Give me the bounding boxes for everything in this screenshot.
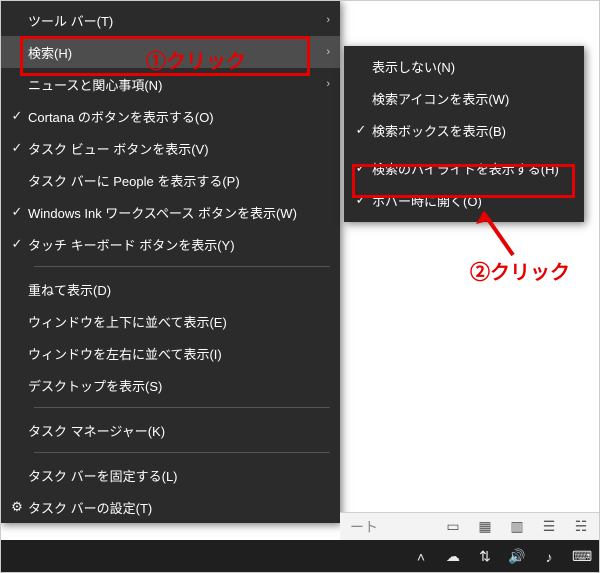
view-web-icon[interactable]: ▥ [508,518,526,535]
check-icon: ✓ [350,122,372,138]
menu-item-taskview-button[interactable]: ✓ タスク ビュー ボタンを表示(V) [0,132,340,164]
tray-ime-icon[interactable]: ♪ [540,549,558,565]
menu-item-label: タスク バーを固定する(L) [28,466,330,485]
annotation-label-2: ②クリック [470,256,570,285]
tray-onedrive-icon[interactable]: ☁ [444,548,462,565]
menu-item-cortana-button[interactable]: ✓ Cortana のボタンを表示する(O) [0,100,340,132]
menu-item-label: デスクトップを表示(S) [28,376,330,395]
chevron-right-icon: › [318,14,330,26]
submenu-item-show-highlights[interactable]: ✓ 検索のハイライトを表示する(H) [344,152,584,184]
windows-taskbar: ˄ ☁ ⇅ 🔊 ♪ ⌨ [0,540,600,573]
menu-separator [34,407,330,408]
menu-item-news[interactable]: ニュースと関心事項(N) › [0,68,340,100]
tray-chevron-icon[interactable]: ˄ [412,549,430,565]
gear-icon: ⚙ [6,499,28,515]
menu-item-task-manager[interactable]: タスク マネージャー(K) [0,414,340,446]
menu-separator [34,266,330,267]
menu-item-label: 検索アイコンを表示(W) [372,89,574,108]
view-present-icon[interactable]: ☵ [572,518,590,535]
menu-item-touch-keyboard[interactable]: ✓ タッチ キーボード ボタンを表示(Y) [0,228,340,260]
view-print-icon[interactable]: ▭ [444,518,462,535]
menu-item-label: ニュースと関心事項(N) [28,75,318,94]
submenu-item-show-icon[interactable]: 検索アイコンを表示(W) [344,82,584,114]
submenu-item-open-on-hover[interactable]: ✓ ホバー時に開く(O) [344,184,584,216]
menu-item-label: 重ねて表示(D) [28,280,330,299]
tray-network-icon[interactable]: ⇅ [476,548,494,565]
menu-item-label: 検索ボックスを表示(B) [372,121,574,140]
submenu-item-hidden[interactable]: 表示しない(N) [344,50,584,82]
check-icon: ✓ [6,236,28,252]
menu-item-label: タスク バーに People を表示する(P) [28,171,330,190]
chevron-right-icon: › [318,78,330,90]
tray-keyboard-icon[interactable]: ⌨ [572,548,590,565]
menu-item-search[interactable]: 検索(H) › [0,36,340,68]
menu-item-label: Windows Ink ワークスペース ボタンを表示(W) [28,203,330,222]
menu-item-label: タスク ビュー ボタンを表示(V) [28,139,330,158]
menu-separator [34,452,330,453]
menu-item-label: 表示しない(N) [372,57,574,76]
menu-item-people[interactable]: タスク バーに People を表示する(P) [0,164,340,196]
taskbar-context-menu: ツール バー(T) › 検索(H) › ニュースと関心事項(N) › ✓ Cor… [0,0,340,523]
tray-volume-icon[interactable]: 🔊 [508,548,526,565]
menu-item-label: タスク バーの設定(T) [28,498,330,517]
menu-item-label: 検索のハイライトを表示する(H) [372,159,574,178]
menu-item-label: ホバー時に開く(O) [372,191,574,210]
menu-item-ink-workspace[interactable]: ✓ Windows Ink ワークスペース ボタンを表示(W) [0,196,340,228]
check-icon: ✓ [350,192,372,208]
menu-item-stack-horizontal[interactable]: ウィンドウを左右に並べて表示(I) [0,337,340,369]
search-submenu: 表示しない(N) 検索アイコンを表示(W) ✓ 検索ボックスを表示(B) ✓ 検… [344,46,584,222]
view-outline-icon[interactable]: ☰ [540,518,558,535]
check-icon: ✓ [6,140,28,156]
menu-item-show-desktop[interactable]: デスクトップを表示(S) [0,369,340,401]
menu-item-stack-vertical[interactable]: ウィンドウを上下に並べて表示(E) [0,305,340,337]
menu-item-label: ウィンドウを上下に並べて表示(E) [28,312,330,331]
check-icon: ✓ [350,160,372,176]
menu-item-label: Cortana のボタンを表示する(O) [28,107,330,126]
menu-item-label: ツール バー(T) [28,11,318,30]
menu-item-taskbar-settings[interactable]: ⚙ タスク バーの設定(T) [0,491,340,523]
check-icon: ✓ [6,204,28,220]
app-statusbar: ート ▭ ▦ ▥ ☰ ☵ [340,512,600,540]
view-grid-icon[interactable]: ▦ [476,518,494,535]
menu-item-cascade[interactable]: 重ねて表示(D) [0,273,340,305]
menu-item-lock-taskbar[interactable]: タスク バーを固定する(L) [0,459,340,491]
menu-item-label: タッチ キーボード ボタンを表示(Y) [28,235,330,254]
menu-item-label: タスク マネージャー(K) [28,421,330,440]
menu-item-label: 検索(H) [28,43,318,62]
chevron-right-icon: › [318,46,330,58]
menu-item-toolbars[interactable]: ツール バー(T) › [0,4,340,36]
status-label: ート [350,517,378,537]
check-icon: ✓ [6,108,28,124]
menu-item-label: ウィンドウを左右に並べて表示(I) [28,344,330,363]
submenu-item-show-box[interactable]: ✓ 検索ボックスを表示(B) [344,114,584,146]
